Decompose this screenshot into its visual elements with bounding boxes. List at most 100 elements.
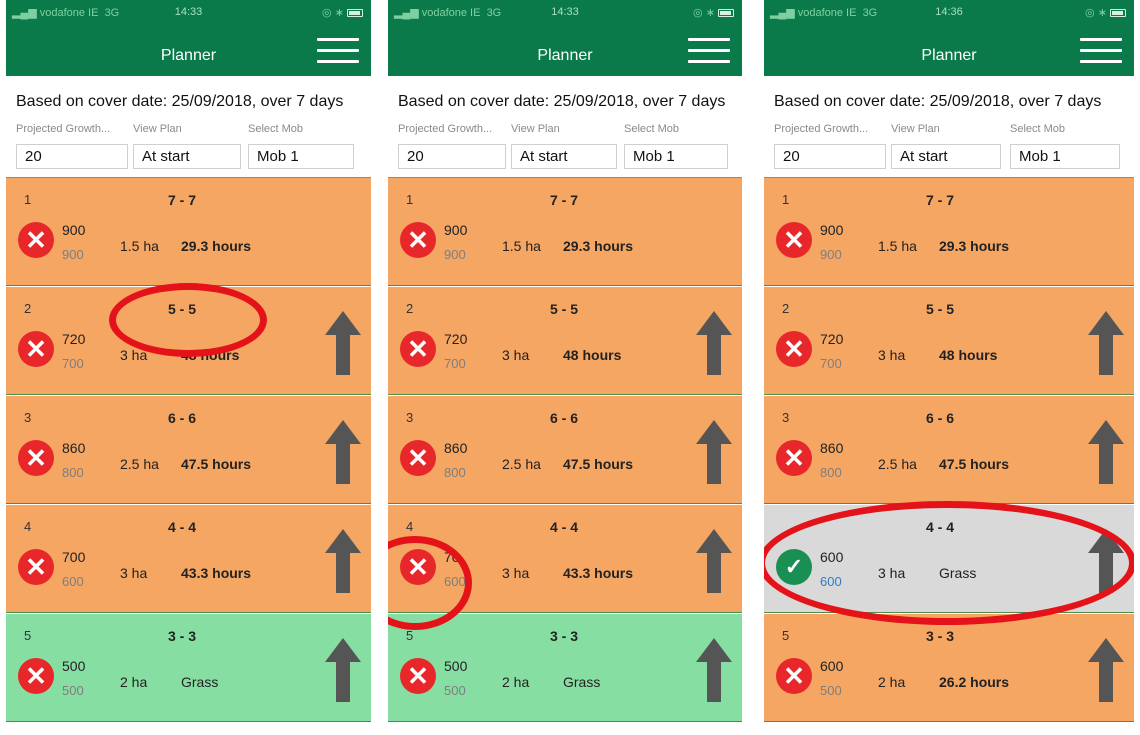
area-value: 2.5 ha — [120, 456, 159, 472]
duration-value: Grass — [563, 674, 601, 690]
x-circle-icon[interactable]: ✕ — [776, 331, 812, 367]
hamburger-menu-icon[interactable] — [1080, 34, 1122, 68]
arrow-up-icon[interactable] — [696, 311, 732, 375]
target-value: 700 — [444, 356, 466, 371]
x-circle-icon[interactable]: ✕ — [400, 331, 436, 367]
paddock-row[interactable]: 3 6 - 6 ✕ 860 800 2.5 ha 47.5 hours — [6, 396, 371, 504]
paddock-row[interactable]: 4 4 - 4 ✕ 700 600 3 ha 43.3 hours — [6, 505, 371, 613]
x-circle-icon[interactable]: ✕ — [18, 222, 54, 258]
select-mob-label: Select Mob — [248, 123, 304, 135]
x-circle-icon[interactable]: ✕ — [400, 440, 436, 476]
rotation-range: 6 - 6 — [168, 410, 197, 426]
cover-value: 860 — [820, 440, 844, 456]
view-plan-select[interactable]: At start — [891, 144, 1001, 169]
paddock-row[interactable]: 2 5 - 5 ✕ 720 700 3 ha 48 hours — [388, 287, 742, 395]
cover-value: 720 — [820, 331, 844, 347]
mob-select[interactable]: Mob 1 — [1010, 144, 1120, 169]
growth-input[interactable]: 20 — [398, 144, 506, 169]
target-value: 600 — [62, 574, 84, 589]
area-value: 2 ha — [502, 674, 530, 690]
x-circle-icon[interactable]: ✕ — [18, 549, 54, 585]
filter-labels: Projected Growth... View Plan Select Mob — [764, 123, 1134, 137]
x-circle-icon[interactable]: ✕ — [400, 222, 436, 258]
x-circle-icon[interactable]: ✕ — [18, 331, 54, 367]
rotation-range: 5 - 5 — [926, 301, 955, 317]
bluetooth-icon: ∗ — [705, 7, 715, 19]
alarm-icon: ◎ — [322, 7, 332, 19]
bluetooth-icon: ∗ — [1097, 7, 1107, 19]
arrow-up-icon[interactable] — [696, 638, 732, 702]
phone-screen-2: ▂▄▆ vodafone IE 3G 14:33 ◎ ∗ Planner Base… — [388, 0, 742, 735]
view-plan-select[interactable]: At start — [133, 144, 241, 169]
hamburger-menu-icon[interactable] — [688, 34, 730, 68]
duration-value: 48 hours — [939, 347, 998, 363]
paddock-row[interactable]: 3 6 - 6 ✕ 860 800 2.5 ha 47.5 hours — [388, 396, 742, 504]
growth-label: Projected Growth... — [398, 123, 493, 135]
cover-value: 860 — [444, 440, 468, 456]
cover-value: 900 — [820, 222, 844, 238]
rotation-range: 4 - 4 — [168, 519, 197, 535]
duration-value: Grass — [181, 674, 219, 690]
arrow-up-icon[interactable] — [325, 638, 361, 702]
row-number: 2 — [24, 301, 32, 316]
row-number: 1 — [406, 192, 414, 207]
cover-value: 500 — [62, 658, 86, 674]
target-value: 900 — [444, 247, 466, 262]
duration-value: 29.3 hours — [563, 238, 634, 254]
x-circle-icon[interactable]: ✕ — [776, 658, 812, 694]
target-value: 500 — [820, 683, 842, 698]
area-value: 2 ha — [878, 674, 906, 690]
cover-value: 860 — [62, 440, 86, 456]
paddock-row[interactable]: 5 3 - 3 ✕ 500 500 2 ha Grass — [388, 614, 742, 722]
app-header: ▂▄▆ vodafone IE 3G 14:36 ◎ ∗ Planner — [764, 0, 1134, 76]
growth-input[interactable]: 20 — [16, 144, 128, 169]
page-title: Planner — [921, 47, 977, 64]
target-value: 700 — [820, 356, 842, 371]
duration-value: 26.2 hours — [939, 674, 1010, 690]
duration-value: 48 hours — [563, 347, 622, 363]
paddock-row[interactable]: 5 3 - 3 ✕ 500 500 2 ha Grass — [6, 614, 371, 722]
arrow-up-icon[interactable] — [696, 420, 732, 484]
area-value: 2 ha — [120, 674, 148, 690]
cover-value: 600 — [820, 658, 844, 674]
x-circle-icon[interactable]: ✕ — [18, 440, 54, 476]
paddock-row[interactable]: 1 7 - 7 ✕ 900 900 1.5 ha 29.3 hours — [388, 178, 742, 286]
status-bar: ▂▄▆ vodafone IE 3G 14:36 ◎ ∗ — [764, 6, 1134, 22]
area-value: 3 ha — [120, 565, 148, 581]
x-circle-icon[interactable]: ✕ — [776, 222, 812, 258]
row-number: 4 — [24, 519, 32, 534]
x-circle-icon[interactable]: ✕ — [776, 440, 812, 476]
phone-screen-3: ▂▄▆ vodafone IE 3G 14:36 ◎ ∗ Planner Base… — [764, 0, 1134, 735]
arrow-up-icon[interactable] — [325, 529, 361, 593]
arrow-up-icon[interactable] — [325, 420, 361, 484]
mob-select[interactable]: Mob 1 — [248, 144, 354, 169]
rotation-range: 3 - 3 — [926, 628, 955, 644]
clock: 14:36 — [935, 6, 963, 18]
row-number: 2 — [782, 301, 790, 316]
arrow-up-icon[interactable] — [1088, 638, 1124, 702]
annotation-circle — [764, 501, 1134, 625]
hamburger-menu-icon[interactable] — [317, 34, 359, 68]
clock: 14:33 — [174, 6, 203, 18]
status-bar: ▂▄▆ vodafone IE 3G 14:33 ◎ ∗ — [388, 6, 742, 22]
view-plan-select[interactable]: At start — [511, 144, 617, 169]
arrow-up-icon[interactable] — [325, 311, 361, 375]
bluetooth-icon: ∗ — [334, 7, 344, 19]
growth-input[interactable]: 20 — [774, 144, 886, 169]
paddock-row[interactable]: 5 3 - 3 ✕ 600 500 2 ha 26.2 hours — [764, 614, 1134, 722]
duration-value: 43.3 hours — [563, 565, 634, 581]
mob-select[interactable]: Mob 1 — [624, 144, 728, 169]
arrow-up-icon[interactable] — [1088, 311, 1124, 375]
paddock-row[interactable]: 1 7 - 7 ✕ 900 900 1.5 ha 29.3 hours — [764, 178, 1134, 286]
cover-value: 900 — [62, 222, 86, 238]
paddock-row[interactable]: 3 6 - 6 ✕ 860 800 2.5 ha 47.5 hours — [764, 396, 1134, 504]
paddock-row[interactable]: 1 7 - 7 ✕ 900 900 1.5 ha 29.3 hours — [6, 178, 371, 286]
x-circle-icon[interactable]: ✕ — [18, 658, 54, 694]
arrow-up-icon[interactable] — [696, 529, 732, 593]
target-value: 500 — [444, 683, 466, 698]
x-circle-icon[interactable]: ✕ — [400, 658, 436, 694]
paddock-row[interactable]: 2 5 - 5 ✕ 720 700 3 ha 48 hours — [764, 287, 1134, 395]
app-header: ▂▄▆ vodafone IE 3G 14:33 ◎ ∗ Planner — [6, 0, 371, 76]
rotation-range: 4 - 4 — [550, 519, 579, 535]
arrow-up-icon[interactable] — [1088, 420, 1124, 484]
